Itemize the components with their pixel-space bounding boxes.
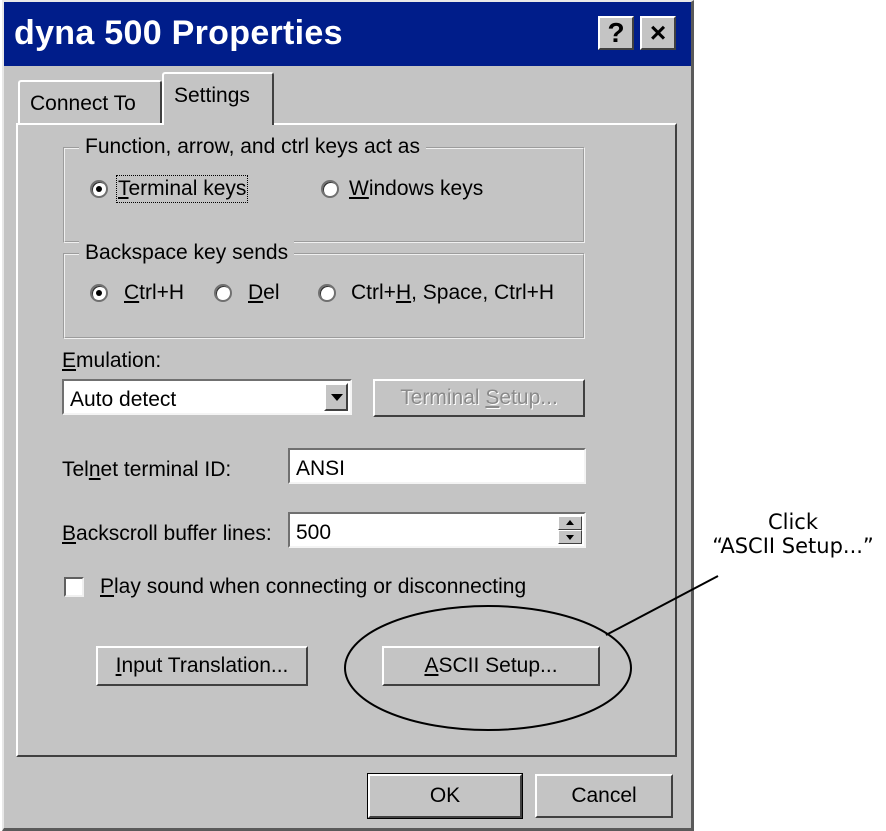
emulation-label: Emulation: (62, 349, 161, 373)
ctrl-h-space-radio[interactable] (318, 284, 336, 302)
cancel-button[interactable]: Cancel (535, 774, 673, 818)
backscroll-stepper[interactable]: 500 (288, 512, 586, 548)
play-sound-mnemonic: P (100, 575, 115, 598)
terminal-keys-text: erminal keys (128, 177, 247, 200)
input-translation-button[interactable]: Input Translation... (96, 646, 308, 686)
backscroll-mnemonic: B (62, 522, 77, 545)
windows-keys-text: indows keys (368, 177, 484, 200)
chevron-down-icon[interactable] (324, 383, 348, 411)
telnet-id-label: Telnet terminal ID: (62, 458, 231, 482)
play-sound-checkbox[interactable] (64, 577, 84, 597)
keys-group-legend: Function, arrow, and ctrl keys act as (79, 135, 426, 159)
telnet-mnemonic: n (88, 458, 101, 481)
telnet-id-input[interactable]: ANSI (288, 448, 586, 484)
terminal-setup-mnemonic: S (485, 386, 500, 409)
terminal-keys-radio[interactable] (90, 180, 108, 198)
telnet-text: et terminal ID: (100, 458, 232, 481)
tab-connect-to[interactable]: Connect To (18, 80, 162, 124)
ok-button[interactable]: OK (367, 773, 523, 819)
backscroll-text: ackscroll buffer lines: (76, 522, 272, 545)
telnet-id-value: ANSI (296, 457, 346, 480)
ctrl-h-space-label[interactable]: Ctrl+H, Space, Ctrl+H (351, 281, 554, 305)
terminal-setup-text: etup... (499, 386, 558, 409)
del-mnemonic: D (248, 281, 264, 304)
terminal-setup-button[interactable]: Terminal Setup... (373, 379, 585, 417)
terminal-keys-label[interactable]: Terminal keys (115, 175, 249, 203)
ctrl-h-space-pre: Ctrl+ (351, 281, 396, 304)
ascii-setup-text: SCII Setup... (438, 654, 558, 677)
help-button[interactable]: ? (598, 16, 634, 50)
spin-down-icon[interactable] (558, 530, 582, 544)
ctrl-h-radio[interactable] (90, 284, 108, 302)
ascii-setup-button[interactable]: ASCII Setup... (382, 646, 600, 686)
ctrl-h-space-mnemonic: H (395, 281, 412, 304)
input-translation-text: nput Translation... (121, 654, 289, 677)
terminal-keys-mnemonic: T (118, 177, 129, 200)
ctrl-h-label[interactable]: Ctrl+H (124, 281, 184, 305)
del-text: el (263, 281, 280, 304)
annotation-text: Click “ASCII Setup...” (700, 510, 886, 558)
annotation-line1: Click (767, 510, 819, 534)
spin-up-icon[interactable] (558, 516, 582, 530)
backscroll-label: Backscroll buffer lines: (62, 522, 272, 546)
backscroll-value: 500 (296, 521, 332, 544)
backspace-group-legend: Backspace key sends (79, 241, 295, 265)
ctrl-h-space-text: , Space, Ctrl+H (411, 281, 555, 304)
terminal-setup-pre: Terminal (400, 386, 486, 409)
close-icon: × (649, 17, 667, 48)
help-icon: ? (607, 17, 625, 48)
play-sound-label[interactable]: Play sound when connecting or disconnect… (100, 575, 526, 599)
annotation-line2: “ASCII Setup...” (712, 534, 874, 558)
close-button[interactable]: × (640, 16, 676, 50)
emulation-select[interactable]: Auto detect (62, 379, 352, 415)
settings-panel: Function, arrow, and ctrl keys act as Te… (16, 123, 677, 757)
ascii-setup-mnemonic: A (424, 654, 439, 677)
ctrl-h-text: trl+H (139, 281, 185, 304)
emulation-label-text: mulation: (76, 349, 162, 372)
tab-settings[interactable]: Settings (162, 72, 274, 125)
windows-keys-radio[interactable] (321, 180, 339, 198)
tab-connect-to-label: Connect To (30, 92, 136, 115)
del-radio[interactable] (214, 284, 232, 302)
windows-keys-mnemonic: W (349, 177, 369, 200)
emulation-mnemonic: E (62, 349, 77, 372)
telnet-pre: Tel (62, 458, 89, 481)
ctrl-h-mnemonic: C (124, 281, 140, 304)
del-label[interactable]: Del (248, 281, 280, 305)
spinner[interactable] (558, 516, 582, 544)
window-title: dyna 500 Properties (14, 14, 343, 52)
emulation-value: Auto detect (70, 388, 177, 411)
windows-keys-label[interactable]: Windows keys (349, 177, 483, 201)
play-sound-text: lay sound when connecting or disconnecti… (114, 575, 527, 598)
properties-dialog: dyna 500 Properties ? × Connect To Setti… (2, 0, 694, 831)
tab-settings-label: Settings (174, 84, 250, 107)
title-bar[interactable]: dyna 500 Properties ? × (4, 2, 691, 66)
